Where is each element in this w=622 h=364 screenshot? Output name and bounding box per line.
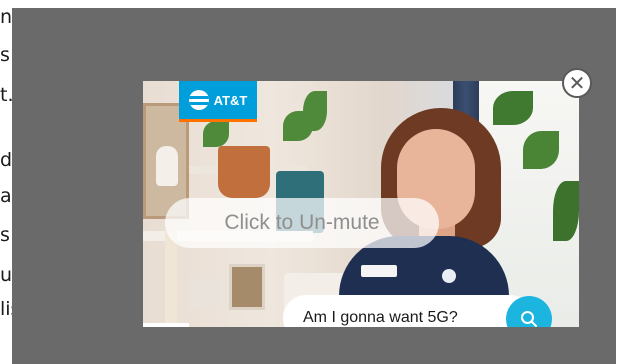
video-scene-small-pot xyxy=(188,279,218,307)
brand-logo: AT&T xyxy=(179,81,257,122)
video-person-shirt-logo xyxy=(442,269,456,283)
background-text-line: d xyxy=(0,149,13,171)
close-icon: ✕ xyxy=(568,71,586,95)
video-scene-plant-pot xyxy=(218,146,270,198)
video-person-name-badge xyxy=(361,265,397,277)
video-scene-leaf xyxy=(553,181,579,241)
background-text-line: s xyxy=(0,224,10,246)
question-chip[interactable]: Am I gonna want 5G? xyxy=(283,295,533,327)
video-scene-leaf xyxy=(493,91,533,125)
video-scene-leaf xyxy=(203,121,229,147)
unmute-button[interactable]: Click to Un-mute xyxy=(165,198,439,248)
background-text-line: s xyxy=(0,44,10,66)
video-ad-player[interactable]: AT&T Click to Un-mute Am I gonna want 5G… xyxy=(143,81,579,327)
video-progress-bar xyxy=(143,323,189,327)
close-button[interactable]: ✕ xyxy=(562,68,592,98)
brand-label: AT&T xyxy=(213,92,248,108)
search-icon xyxy=(521,311,537,327)
background-text-line: u xyxy=(0,264,13,286)
video-scene-shelf-post xyxy=(165,231,177,327)
video-scene-photo-frame xyxy=(229,264,265,310)
video-scene-leaf xyxy=(303,91,327,131)
att-globe-icon xyxy=(188,90,209,110)
question-label: Am I gonna want 5G? xyxy=(303,309,458,326)
video-scene-leaf xyxy=(523,131,559,169)
